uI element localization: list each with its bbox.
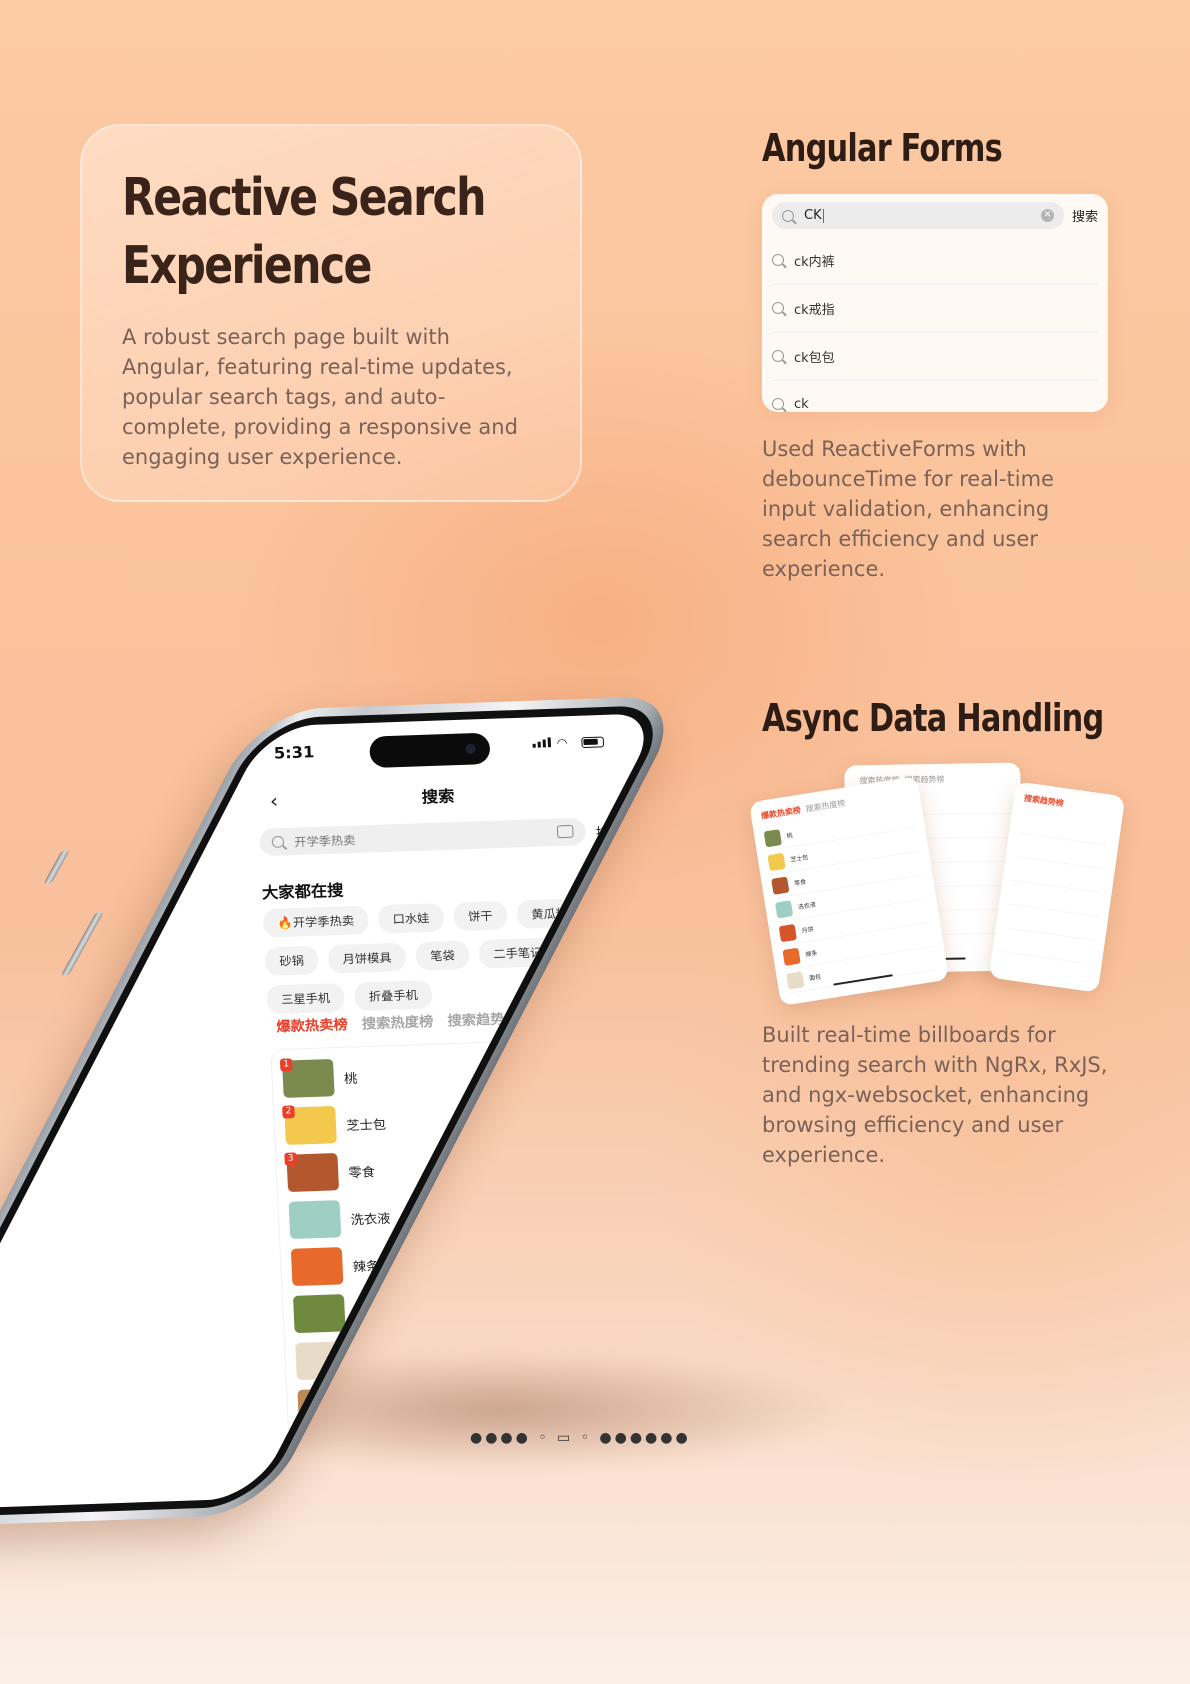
product-thumbnail: 1 bbox=[279, 1058, 335, 1098]
hero-title-line2: Experience bbox=[122, 236, 372, 296]
sales-stat: 近7日热销7285件 bbox=[560, 1204, 645, 1219]
tab-search-trend[interactable]: 搜索趋势榜 bbox=[447, 1008, 519, 1030]
search-icon bbox=[772, 254, 784, 266]
popular-tags: 🔥开学季热卖 口水娃 饼干 黄瓜籽粉 砂锅 月饼模具 笔袋 二手笔记本电脑 三星… bbox=[262, 896, 655, 1015]
popular-searches-title: 大家都在搜 bbox=[261, 880, 344, 903]
product-thumbnail bbox=[288, 1200, 342, 1240]
tab-hot-sales[interactable]: 爆款热卖榜 bbox=[276, 1014, 348, 1036]
status-time: 5:31 bbox=[273, 742, 315, 763]
rank-badge: 3 bbox=[284, 1152, 298, 1166]
search-tag[interactable]: 折叠手机 bbox=[353, 979, 433, 1012]
search-icon bbox=[271, 835, 285, 848]
sales-stat: 近7日热销1.0万件 bbox=[557, 1157, 643, 1172]
product-thumbnail: 2 bbox=[282, 1105, 337, 1145]
autocomplete-demo: CK ✕ 搜索 ck内裤 ck戒指 ck包包 ck bbox=[762, 194, 1108, 412]
product-name: 水果 bbox=[354, 1306, 382, 1322]
rank-tabs: 爆款热卖榜 搜索热度榜 搜索趋势榜 bbox=[276, 1008, 519, 1036]
product-name: 零食 bbox=[348, 1164, 376, 1181]
phone-mockup: 5:31 ◠ ‹ 搜索 开学季热卖 搜索 大家都在搜 🔥开学季热卖 口水娃 饼干… bbox=[0, 690, 850, 1570]
sales-stat: 近7日热销4831件 bbox=[562, 1251, 647, 1266]
product-name: 辣条 bbox=[352, 1259, 380, 1275]
sales-stat: 近7日热销2.1万件 bbox=[553, 1063, 638, 1078]
forms-section-description: Used ReactiveForms with debounceTime for… bbox=[762, 437, 1054, 581]
product-name: 洗衣液 bbox=[350, 1211, 391, 1228]
phone-search-input[interactable]: 开学季热卖 bbox=[258, 817, 587, 857]
rank-badge: 1 bbox=[279, 1058, 293, 1072]
search-icon bbox=[772, 302, 784, 314]
search-icon bbox=[772, 350, 784, 362]
forms-section-title: Angular Forms bbox=[762, 126, 1003, 170]
search-tag[interactable]: 饼干 bbox=[453, 900, 508, 932]
search-tag[interactable]: 🔥开学季热卖 bbox=[262, 905, 369, 938]
hero-title: Reactive Search Experience bbox=[122, 164, 548, 300]
hero-title-line1: Reactive Search bbox=[122, 168, 486, 228]
suggestion-item[interactable]: ck包包 bbox=[762, 332, 1108, 380]
phone-search-button[interactable]: 搜索 bbox=[595, 822, 625, 843]
search-tag[interactable]: 三星手机 bbox=[266, 982, 346, 1015]
search-tag[interactable]: 黄瓜籽粉 bbox=[516, 897, 596, 929]
home-indicator bbox=[415, 1474, 549, 1484]
nav-title: 搜索 bbox=[421, 786, 455, 807]
product-name: 芝士包 bbox=[345, 1117, 387, 1134]
search-tag[interactable]: 月饼模具 bbox=[327, 942, 407, 974]
status-icons: ◠ bbox=[532, 735, 605, 751]
product-thumbnail: 3 bbox=[284, 1152, 340, 1192]
search-input[interactable]: CK ✕ bbox=[772, 202, 1064, 229]
suggestion-label: ck包包 bbox=[794, 350, 835, 366]
hero-description: A robust search page built with Angular,… bbox=[122, 325, 518, 469]
phone-bottom-speaker: ●●●● ◦ ▭ ◦ ●●●●●● bbox=[470, 1430, 691, 1446]
rank-badge: 2 bbox=[282, 1105, 295, 1119]
search-tag[interactable]: 二手笔记本电脑 bbox=[478, 936, 594, 969]
clear-icon[interactable]: ✕ bbox=[1041, 209, 1054, 222]
rank-row[interactable]: 1 桃 近7日热销2.1万件 bbox=[279, 1044, 639, 1103]
suggestion-item[interactable]: ck内裤 bbox=[762, 236, 1108, 284]
suggestion-label: ck内裤 bbox=[794, 254, 835, 270]
search-tag[interactable]: 口水娃 bbox=[377, 902, 445, 934]
action-button bbox=[43, 850, 70, 884]
dynamic-island bbox=[368, 732, 491, 769]
signal-icon bbox=[532, 737, 551, 748]
suggestion-item[interactable]: ck戒指 bbox=[762, 284, 1108, 332]
suggestion-label: ck bbox=[794, 396, 809, 412]
search-icon bbox=[782, 209, 794, 222]
search-button[interactable]: 搜索 bbox=[1072, 206, 1098, 225]
sales-stat: 近7日热销1.1万件 bbox=[555, 1110, 640, 1125]
volume-up-button bbox=[60, 912, 104, 976]
sales-stat: 近7日热销3366件 bbox=[564, 1298, 649, 1313]
search-tag[interactable]: 笔袋 bbox=[415, 940, 470, 971]
search-tag[interactable]: 砂锅 bbox=[264, 945, 319, 976]
hero-card: Reactive Search Experience A robust sear… bbox=[80, 124, 582, 502]
tab-search-heat[interactable]: 搜索热度榜 bbox=[361, 1011, 434, 1033]
wifi-icon: ◠ bbox=[556, 735, 570, 750]
product-thumbnail bbox=[292, 1294, 346, 1334]
product-thumbnail bbox=[290, 1247, 344, 1287]
camera-icon[interactable] bbox=[556, 824, 574, 839]
search-input-value: CK bbox=[804, 208, 822, 223]
suggestion-list: ck内裤 ck戒指 ck包包 ck bbox=[762, 236, 1108, 412]
suggestion-item[interactable]: ck bbox=[762, 380, 1108, 412]
phone-search-placeholder: 开学季热卖 bbox=[293, 832, 356, 849]
suggestion-label: ck戒指 bbox=[794, 302, 835, 318]
search-icon bbox=[772, 398, 784, 410]
product-name: 桃 bbox=[343, 1071, 358, 1087]
battery-icon bbox=[581, 736, 605, 749]
